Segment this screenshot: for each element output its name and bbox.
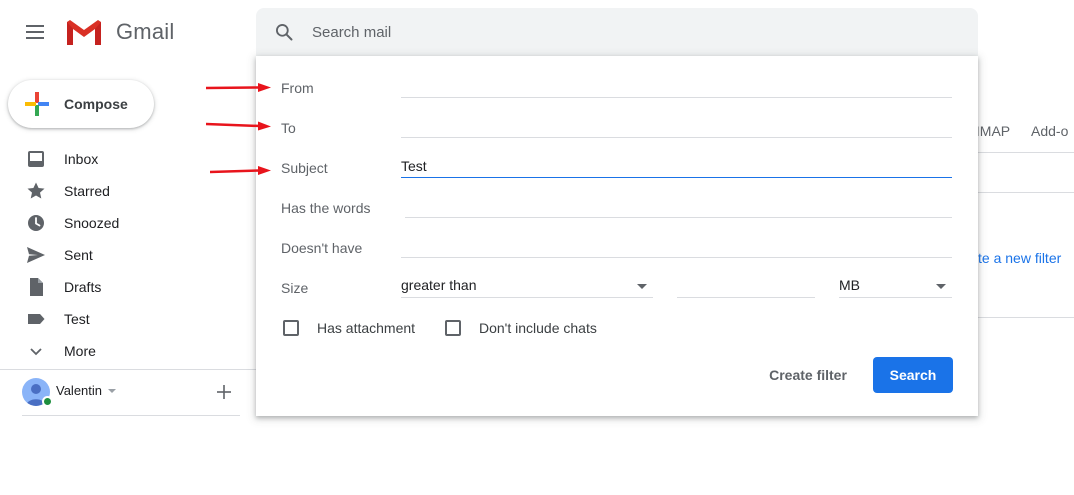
size-unit-select[interactable]: MB [839, 274, 952, 298]
menu-bar [26, 37, 44, 39]
size-operator-value: greater than [401, 277, 477, 293]
compose-label: Compose [64, 96, 128, 112]
divider [978, 152, 1074, 153]
divider [978, 192, 1074, 193]
main-menu-button[interactable] [22, 20, 48, 44]
subject-label: Subject [281, 160, 328, 176]
annotation-arrow-icon [206, 121, 271, 131]
sidebar-item-label: Snoozed [64, 215, 120, 231]
sidebar-item-label: Test [64, 311, 90, 327]
sidebar-item-more[interactable]: More [0, 335, 256, 367]
size-unit-value: MB [839, 277, 860, 293]
gmail-m-icon [67, 20, 101, 45]
annotation-arrow-icon [206, 83, 271, 92]
to-input[interactable] [401, 114, 952, 138]
doesnt-have-label: Doesn't have [281, 240, 363, 256]
menu-bar [26, 25, 44, 27]
annotation-arrow-icon [210, 166, 271, 175]
plus-icon [25, 92, 49, 116]
chevron-down-icon [30, 348, 42, 356]
search-bar[interactable] [256, 8, 978, 56]
search-input[interactable] [312, 20, 912, 44]
add-icon[interactable] [214, 382, 234, 402]
sidebar-divider [0, 369, 256, 370]
dropdown-arrow-icon [637, 284, 647, 289]
sidebar-item-sent[interactable]: Sent [0, 239, 256, 271]
sidebar-item-test[interactable]: Test [0, 303, 256, 335]
size-label: Size [281, 280, 309, 296]
clock-icon [28, 215, 44, 231]
from-label: From [281, 80, 314, 96]
size-operator-select[interactable]: greater than [401, 274, 653, 298]
dropdown-arrow-icon [936, 284, 946, 289]
divider [978, 317, 1074, 318]
sidebar-item-label: Sent [64, 247, 93, 263]
has-attachment-checkbox[interactable] [283, 320, 299, 336]
sidebar-item-label: Starred [64, 183, 110, 199]
gmail-logo[interactable]: Gmail [64, 16, 174, 48]
search-icon[interactable] [274, 22, 294, 42]
subject-input[interactable] [401, 154, 952, 178]
sidebar-item-label: More [64, 343, 96, 359]
has-words-label: Has the words [281, 200, 371, 216]
sidebar-item-label: Drafts [64, 279, 102, 295]
has-attachment-label[interactable]: Has attachment [317, 320, 415, 336]
draft-icon [30, 278, 43, 296]
has-words-input[interactable] [405, 194, 952, 218]
online-status-dot [42, 396, 53, 407]
search-options-panel: From To Subject Has the words Doesn't ha… [256, 56, 978, 416]
size-value-input[interactable] [677, 274, 815, 298]
user-name[interactable]: Valentin [56, 383, 102, 398]
sidebar-item-snoozed[interactable]: Snoozed [0, 207, 256, 239]
sidebar-item-label: Inbox [64, 151, 99, 167]
dont-include-chats-checkbox[interactable] [445, 320, 461, 336]
search-button[interactable]: Search [873, 357, 953, 393]
sidebar-item-starred[interactable]: Starred [0, 175, 256, 207]
caret-down-icon[interactable] [108, 389, 116, 393]
star-icon [27, 182, 45, 199]
from-input[interactable] [401, 74, 952, 98]
inbox-icon [28, 151, 44, 167]
hangouts-user-row: Valentin [22, 376, 240, 416]
send-icon [27, 247, 45, 263]
to-label: To [281, 120, 296, 136]
menu-bar [26, 31, 44, 33]
settings-tab-addons[interactable]: Add-o [1031, 123, 1068, 139]
app-name: Gmail [116, 19, 175, 44]
doesnt-have-input[interactable] [401, 234, 952, 258]
dont-include-chats-label[interactable]: Don't include chats [479, 320, 597, 336]
create-filter-button[interactable]: Create filter [756, 357, 860, 393]
label-icon [28, 314, 45, 324]
create-new-filter-link[interactable]: te a new filter [978, 250, 1061, 266]
compose-button[interactable]: Compose [8, 80, 154, 128]
sidebar-item-drafts[interactable]: Drafts [0, 271, 256, 303]
gmail-app: Gmail Compose Inbox [0, 0, 1074, 495]
